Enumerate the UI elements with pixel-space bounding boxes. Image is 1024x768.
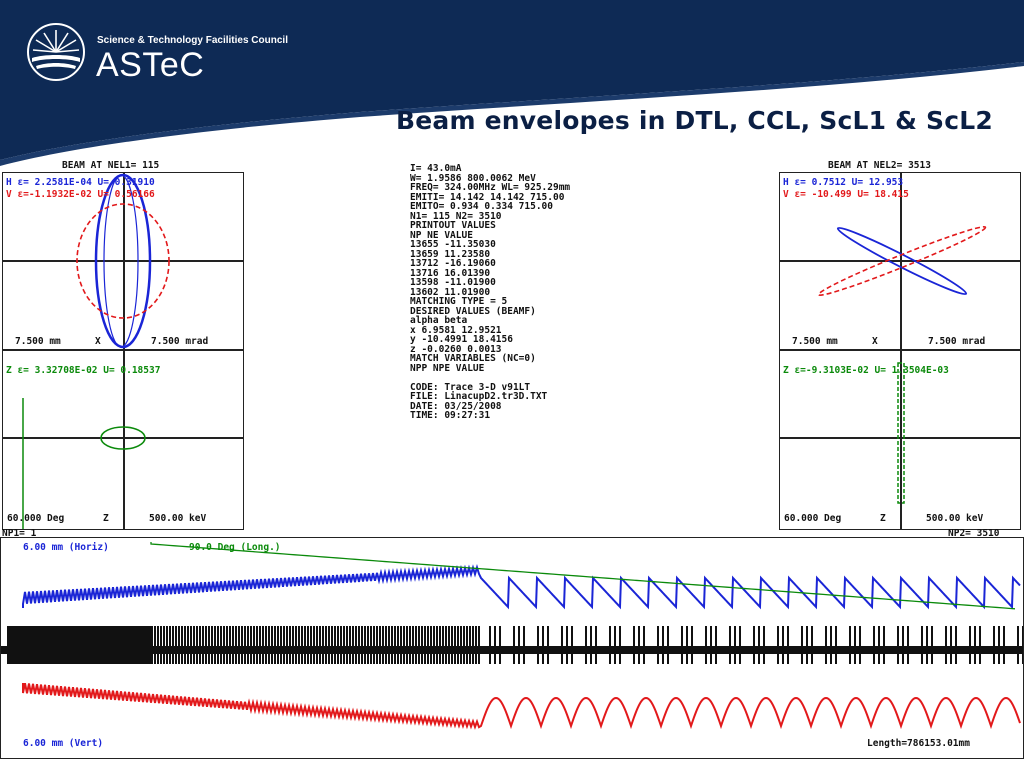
horiz-scale-label: 6.00 mm (Horiz): [23, 542, 109, 553]
left-scale-label: X: [95, 336, 101, 347]
right-bottom-energy: 500.00 keV: [926, 513, 984, 524]
right-bottom-label: Z: [880, 513, 886, 524]
left-bottom-label: Z: [103, 513, 109, 524]
slide-header: Science & Technology Facilities Council …: [0, 0, 1024, 170]
envelope-plot: [1, 542, 1023, 730]
left-scale-x: 7.500 mm: [15, 336, 61, 347]
left-phase-space-panel: H ε= 2.2581E-04 U= 0.31910 V ε=-1.1932E-…: [2, 172, 244, 530]
envelope-strip: 6.00 mm (Horiz) 90.0 Deg (Long.) 6.00 mm…: [0, 537, 1024, 759]
vertical-envelope: [22, 682, 1021, 730]
phase-envelope: [150, 542, 1016, 610]
vert-scale-label: 6.00 mm (Vert): [23, 738, 104, 749]
brand-name: ASTeC: [96, 46, 205, 84]
horizontal-envelope: [22, 564, 1021, 610]
param-line: TIME: 09:27:31: [410, 410, 491, 421]
right-panel-caption: BEAM AT NEL2= 3513: [828, 160, 931, 171]
org-name: Science & Technology Facilities Council: [97, 35, 288, 46]
right-scale-xp: 7.500 mrad: [928, 336, 986, 347]
lattice-elements: [1, 626, 1023, 664]
left-bottom-energy: 500.00 keV: [149, 513, 207, 524]
header-background: [0, 0, 1024, 166]
left-ellipses: [22, 173, 170, 529]
left-z-emittance: Z ε= 3.32708E-02 U= 0.18537: [6, 365, 161, 376]
phase-scale-label: 90.0 Deg (Long.): [189, 542, 281, 553]
left-scale-xp: 7.500 mrad: [151, 336, 209, 347]
right-bottom-phase: 60.000 Deg: [784, 513, 842, 524]
right-v-emittance: V ε= -10.499 U= 18.415: [783, 189, 909, 200]
right-scale-label: X: [872, 336, 878, 347]
left-v-emittance: V ε=-1.1932E-02 U= 0.56166: [6, 189, 155, 200]
left-bottom-phase: 60.000 Deg: [7, 513, 65, 524]
length-label: Length=786153.01mm: [867, 738, 970, 749]
right-phase-space-panel: H ε= 0.7512 U= 12.953 V ε= -10.499 U= 18…: [779, 172, 1021, 530]
stfc-logo-icon: [27, 23, 85, 81]
slide-title: Beam envelopes in DTL, CCL, ScL1 & ScL2: [396, 106, 993, 135]
right-ellipses: [817, 226, 987, 504]
right-scale-x: 7.500 mm: [792, 336, 838, 347]
right-z-emittance: Z ε=-9.3103E-02 U= 1.3504E-03: [783, 365, 949, 376]
right-h-emittance: H ε= 0.7512 U= 12.953: [783, 177, 904, 188]
left-h-emittance: H ε= 2.2581E-04 U= 0.31910: [6, 177, 155, 188]
left-panel-caption: BEAM AT NEL1= 115: [62, 160, 160, 171]
param-line: NPP NPE VALUE: [410, 362, 485, 374]
